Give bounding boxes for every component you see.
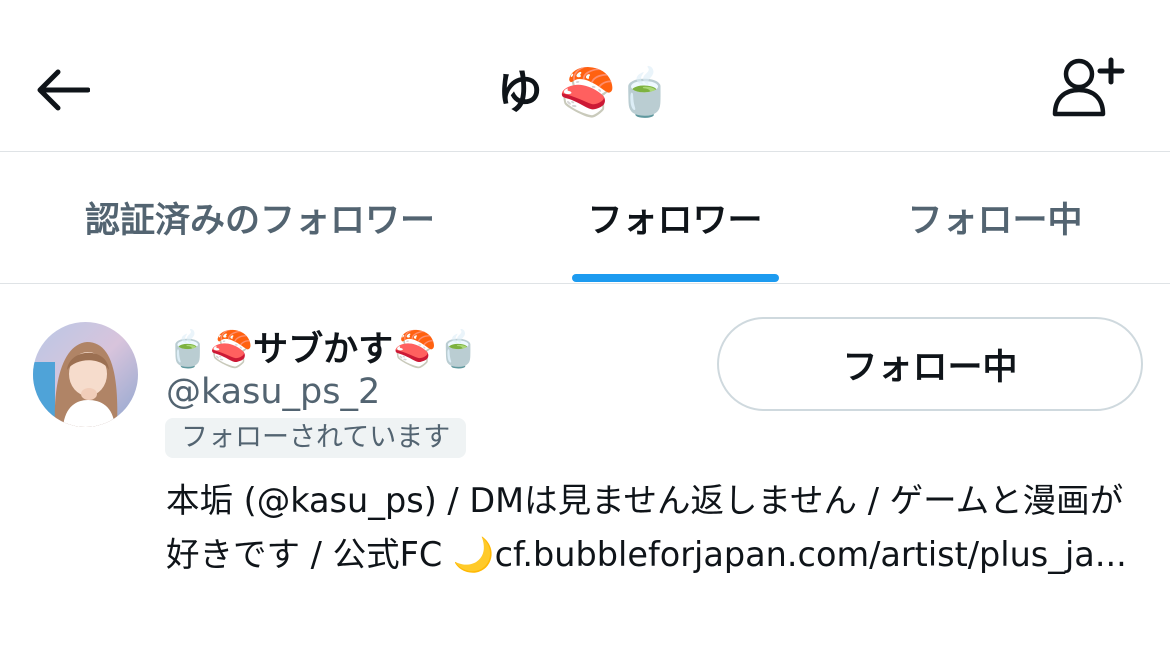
add-user-button[interactable] bbox=[1048, 52, 1128, 122]
avatar[interactable] bbox=[33, 322, 138, 427]
user-bio: 本垢 (@kasu_ps) / DMは見ません返しません / ゲームと漫画が好き… bbox=[166, 481, 1127, 574]
tab-verified-followers[interactable]: 認証済みのフォロワー bbox=[40, 152, 480, 282]
active-tab-indicator bbox=[572, 274, 779, 282]
tab-bar: 認証済みのフォロワー フォロワー フォロー中 bbox=[0, 152, 1170, 284]
tab-followers[interactable]: フォロワー bbox=[520, 152, 830, 282]
back-button[interactable] bbox=[30, 58, 94, 122]
tab-following[interactable]: フォロー中 bbox=[860, 152, 1130, 282]
arrow-left-icon bbox=[37, 69, 90, 111]
add-user-icon bbox=[1052, 57, 1125, 117]
top-bar: ゆ 🍣🍵 bbox=[0, 0, 1170, 152]
page-title: ゆ 🍣🍵 bbox=[496, 65, 674, 119]
user-handle: @kasu_ps_2 bbox=[166, 372, 381, 412]
following-button[interactable]: フォロー中 bbox=[717, 317, 1143, 411]
follows-you-badge: フォローされています bbox=[165, 418, 467, 458]
